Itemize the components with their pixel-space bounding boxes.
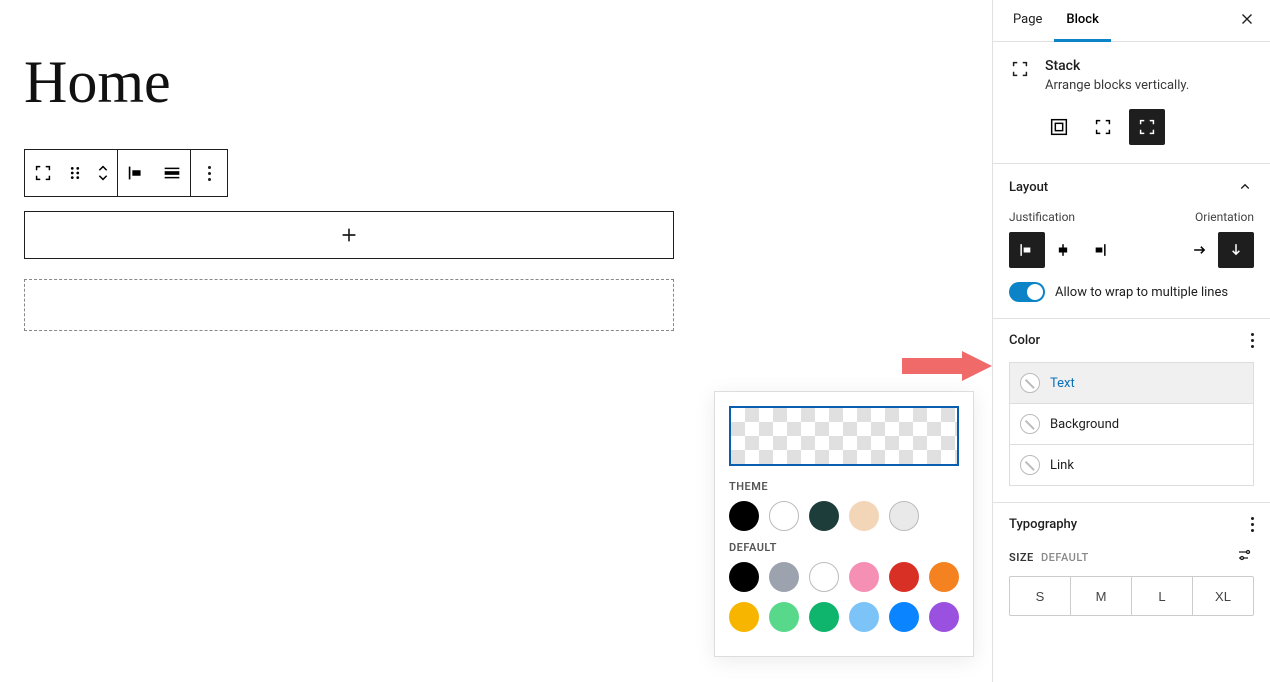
more-options-button[interactable]: [191, 150, 227, 196]
block-toolbar: [24, 149, 228, 197]
color-swatch[interactable]: [769, 562, 799, 592]
plus-icon: [338, 224, 360, 246]
color-preview-transparent[interactable]: [729, 406, 959, 466]
empty-swatch-icon: [1020, 455, 1040, 475]
typography-panel-header[interactable]: Typography: [993, 503, 1270, 546]
color-swatch[interactable]: [849, 501, 879, 531]
layout-panel-header[interactable]: Layout: [993, 164, 1270, 210]
size-label: SIZE: [1009, 551, 1034, 564]
wrap-toggle[interactable]: [1009, 282, 1045, 302]
size-segmented-control: S M L XL: [1009, 576, 1254, 616]
color-swatch[interactable]: [769, 501, 799, 531]
block-name-label: Stack: [1045, 58, 1189, 74]
empty-swatch-icon: [1020, 373, 1040, 393]
orientation-horizontal-button[interactable]: [1182, 232, 1218, 268]
full-width-button[interactable]: [154, 150, 190, 196]
tab-block[interactable]: Block: [1054, 0, 1110, 42]
color-swatch[interactable]: [929, 602, 959, 632]
color-swatch[interactable]: [729, 562, 759, 592]
color-item-text[interactable]: Text: [1009, 362, 1254, 404]
default-swatch-label: Default: [729, 541, 959, 554]
transform-stack-button[interactable]: [1129, 109, 1165, 145]
color-swatch[interactable]: [809, 602, 839, 632]
stack-type-button[interactable]: [25, 150, 61, 196]
color-swatch[interactable]: [929, 562, 959, 592]
page-title: Home: [24, 48, 992, 117]
color-picker-popover: Theme Default: [714, 391, 974, 657]
justification-label: Justification: [1009, 210, 1075, 224]
color-swatch[interactable]: [769, 602, 799, 632]
block-desc-label: Arrange blocks vertically.: [1045, 78, 1189, 93]
color-swatch[interactable]: [849, 602, 879, 632]
transform-group-button[interactable]: [1041, 109, 1077, 145]
size-m-button[interactable]: M: [1070, 577, 1131, 615]
color-swatch[interactable]: [809, 562, 839, 592]
tab-page[interactable]: Page: [1001, 0, 1054, 42]
chevron-up-icon: [1236, 178, 1254, 196]
orientation-vertical-button[interactable]: [1218, 232, 1254, 268]
transform-row-button[interactable]: [1085, 109, 1121, 145]
color-options-button[interactable]: [1251, 333, 1254, 348]
justify-left-button[interactable]: [1009, 232, 1045, 268]
wrap-toggle-label: Allow to wrap to multiple lines: [1055, 285, 1228, 300]
color-swatch[interactable]: [849, 562, 879, 592]
color-swatch[interactable]: [889, 501, 919, 531]
move-updown-button[interactable]: [89, 150, 117, 196]
color-swatch[interactable]: [809, 501, 839, 531]
empty-block-placeholder[interactable]: [24, 279, 674, 331]
add-block-button[interactable]: [24, 211, 674, 259]
align-left-button[interactable]: [118, 150, 154, 196]
color-panel-header[interactable]: Color: [993, 319, 1270, 362]
color-swatch[interactable]: [889, 602, 919, 632]
drag-handle-button[interactable]: [61, 150, 89, 196]
justify-center-button[interactable]: [1045, 232, 1081, 268]
size-xl-button[interactable]: XL: [1192, 577, 1253, 615]
justify-right-button[interactable]: [1081, 232, 1117, 268]
stack-icon: [1009, 58, 1031, 93]
custom-size-button[interactable]: [1236, 546, 1254, 568]
size-default-label: DEFAULT: [1041, 551, 1089, 564]
close-sidebar-button[interactable]: [1232, 4, 1262, 38]
size-s-button[interactable]: S: [1010, 577, 1070, 615]
theme-swatch-label: Theme: [729, 480, 959, 493]
typography-options-button[interactable]: [1251, 517, 1254, 532]
color-swatch[interactable]: [729, 602, 759, 632]
orientation-label: Orientation: [1195, 210, 1254, 224]
color-item-link[interactable]: Link: [1009, 445, 1254, 486]
size-l-button[interactable]: L: [1131, 577, 1192, 615]
settings-sidebar: Page Block Stack Arrange blocks vertical…: [992, 0, 1270, 682]
empty-swatch-icon: [1020, 414, 1040, 434]
color-item-background[interactable]: Background: [1009, 404, 1254, 445]
color-swatch[interactable]: [729, 501, 759, 531]
color-swatch[interactable]: [889, 562, 919, 592]
